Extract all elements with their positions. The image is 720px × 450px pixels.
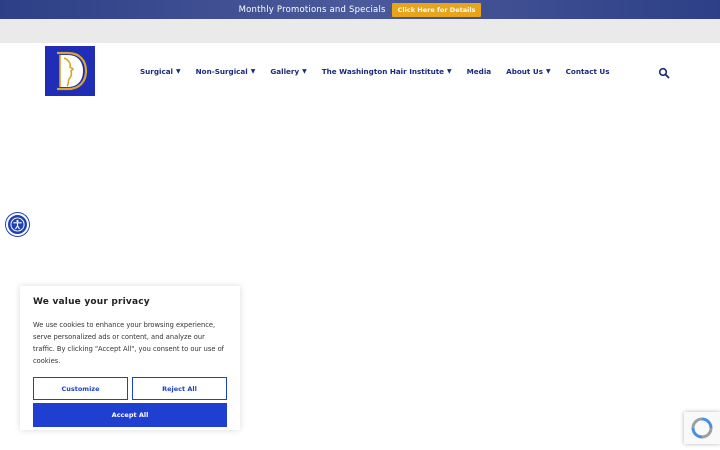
accessibility-icon <box>10 217 25 232</box>
nav-item-media[interactable]: Media <box>467 67 492 76</box>
nav-item-label: Non-Surgical <box>195 66 248 76</box>
top-spacer-bar <box>0 19 720 43</box>
caret-down-icon: ▼ <box>250 67 256 75</box>
nav-item-surgical[interactable]: Surgical ▼ <box>140 67 181 76</box>
recaptcha-badge[interactable] <box>684 412 720 444</box>
customize-button[interactable]: Customize <box>33 377 128 400</box>
accessibility-button[interactable] <box>6 213 29 236</box>
nav-item-label: The Washington Hair Institute <box>321 66 445 76</box>
nav-item-non-surgical[interactable]: Non-Surgical ▼ <box>196 67 256 76</box>
nav-item-label: Media <box>466 66 492 76</box>
caret-down-icon: ▼ <box>176 67 181 75</box>
promo-text: Monthly Promotions and Specials <box>238 4 386 15</box>
nav-item-label: About Us <box>506 66 543 76</box>
nav-item-contact-us[interactable]: Contact Us <box>566 67 610 76</box>
promo-bar: Monthly Promotions and Specials Click He… <box>0 0 720 19</box>
cookie-title: We value your privacy <box>33 297 150 307</box>
nav-item-washington-hair-institute[interactable]: The Washington Hair Institute ▼ <box>322 67 452 76</box>
nav-item-label: Gallery <box>270 66 300 76</box>
accept-all-button[interactable]: Accept All <box>33 403 227 427</box>
cookie-body-text: We use cookies to enhance your browsing … <box>33 321 225 365</box>
reject-all-button[interactable]: Reject All <box>132 377 227 400</box>
search-icon[interactable] <box>658 64 670 79</box>
nav-item-label: Surgical <box>140 66 174 76</box>
site-logo[interactable] <box>45 46 95 96</box>
nav-item-about-us[interactable]: About Us ▼ <box>506 67 550 76</box>
caret-down-icon: ▼ <box>545 67 551 75</box>
recaptcha-icon <box>691 417 713 439</box>
caret-down-icon: ▼ <box>447 67 452 75</box>
caret-down-icon: ▼ <box>302 67 307 75</box>
nav-item-gallery[interactable]: Gallery ▼ <box>270 67 306 76</box>
main-nav: Surgical ▼ Non-Surgical ▼ Gallery ▼ The … <box>140 64 625 78</box>
nav-item-label: Contact Us <box>565 66 610 76</box>
cookie-consent-banner: We value your privacy We use cookies to … <box>20 286 240 430</box>
cookie-button-row: Customize Reject All <box>33 377 227 400</box>
promo-details-button[interactable]: Click Here for Details <box>391 2 482 17</box>
logo-face-icon <box>57 51 88 91</box>
